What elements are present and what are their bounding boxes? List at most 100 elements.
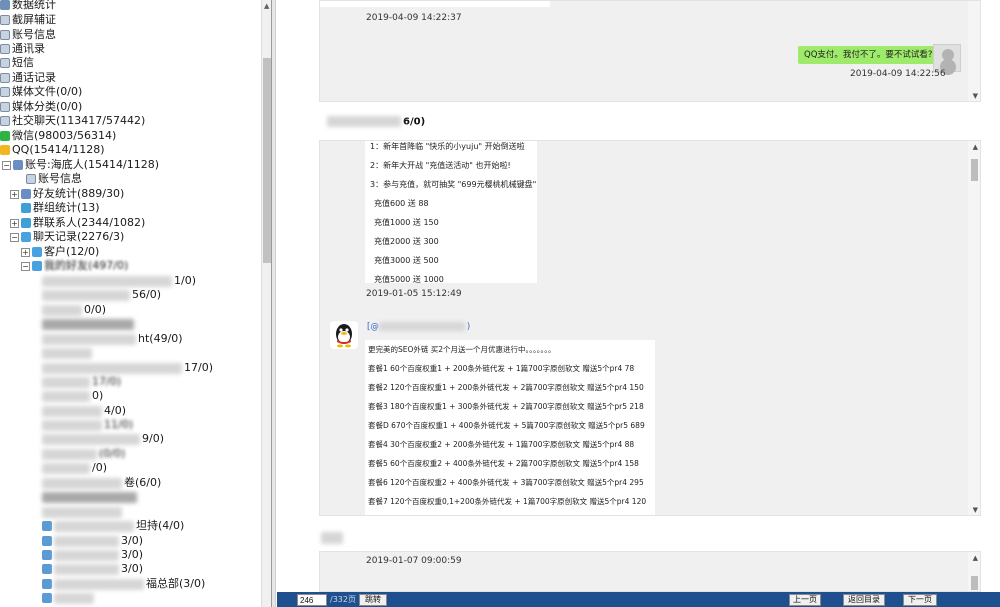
scroll-down-icon[interactable]: ▼ — [973, 506, 978, 514]
tree-item-friend[interactable]: 卷(6/0) — [42, 476, 161, 490]
tree-item-label: 聊天记录(2276/3) — [33, 230, 125, 243]
frame-scrollbar[interactable]: ▼ — [968, 1, 980, 101]
redacted-name — [54, 563, 119, 575]
tree-item-account-info[interactable]: 账号信息 — [0, 28, 56, 42]
scroll-up-icon[interactable]: ▲ — [973, 143, 978, 151]
tree-item-count: 4/0) — [104, 404, 126, 417]
tree-item-media-categories[interactable]: 媒体分类(0/0) — [0, 100, 82, 114]
back-to-index-button[interactable]: 返回目录 — [843, 594, 885, 606]
pagination-toolbar: /332页 跳转 上一页 返回目录 下一页 — [277, 592, 1000, 607]
seo-line: 套餐2 120个百度权重1 + 200条外链代发 + 2篇700字原创软文 赠送… — [368, 383, 644, 392]
scroll-up-icon[interactable]: ▲ — [973, 554, 978, 562]
redacted-name — [54, 578, 144, 590]
collapse-icon[interactable]: − — [21, 261, 30, 271]
next-page-button[interactable]: 下一页 — [903, 594, 937, 606]
group-icon — [21, 203, 31, 213]
tree-item-friend[interactable]: 福总部(3/0) — [42, 577, 205, 591]
tree-item-friend[interactable]: /0) — [42, 461, 107, 475]
outgoing-message-bubble: QQ支付。我付不了。要不试试看? — [798, 46, 939, 64]
chat-frame-top: 2019-04-09 14:22:37 QQ支付。我付不了。要不试试看? 201… — [319, 0, 981, 102]
message-bubble-tail — [320, 1, 550, 7]
redacted-name — [54, 592, 94, 604]
tree-item-data-stats[interactable]: 数据统计 — [0, 0, 56, 12]
prev-page-button[interactable]: 上一页 — [789, 594, 821, 606]
expand-icon[interactable]: + — [10, 189, 19, 199]
tree-item-screenshot-evidence[interactable]: 截屏辅证 — [0, 13, 56, 27]
tree-item-customers[interactable]: + 客户(12/0) — [21, 245, 99, 259]
frame-scrollbar[interactable]: ▲ — [968, 552, 980, 591]
tree-item-count: 3/0) — [121, 562, 143, 575]
redacted-name — [42, 289, 130, 301]
promo-line: 充值600 送 88 — [374, 199, 429, 208]
tree-item-label: 账号信息 — [12, 28, 56, 41]
tree-item-friend[interactable]: 17/0) — [42, 361, 213, 375]
tree-item-friend[interactable]: 0/0) — [42, 303, 106, 317]
tree-item-my-friends[interactable]: − 我的好友(497/0) — [21, 259, 128, 273]
tree-item-chat-records[interactable]: − 聊天记录(2276/3) — [10, 230, 124, 244]
frame-scrollbar-thumb[interactable] — [971, 159, 978, 181]
tree-item-friend[interactable] — [42, 505, 124, 519]
redacted-name — [42, 462, 90, 474]
tree-item-label: 群联系人(2344/1082) — [33, 216, 146, 229]
tree-scrollbar-thumb[interactable] — [263, 58, 271, 263]
promo-line: 充值1000 送 150 — [374, 218, 439, 227]
tree-item-wechat[interactable]: 微信(98003/56314) — [0, 129, 116, 143]
message-timestamp: 2019-01-07 09:00:59 — [366, 556, 462, 566]
redacted-name — [42, 333, 136, 345]
frame-scrollbar-thumb[interactable] — [971, 576, 978, 590]
collapse-icon[interactable]: − — [2, 160, 11, 170]
tree-item-label: 我的好友(497/0) — [44, 259, 129, 272]
expand-icon[interactable]: + — [21, 247, 30, 257]
tree-item-qq-account-info[interactable]: 账号信息 — [26, 172, 82, 186]
chat-icon — [21, 232, 31, 242]
tree-item-friend[interactable] — [42, 346, 94, 360]
stats-icon — [0, 0, 10, 10]
tree-item-friend[interactable]: 坦持(4/0) — [42, 519, 184, 533]
tree-item-friend[interactable]: 3/0) — [42, 562, 143, 576]
frame-scrollbar[interactable]: ▲ ▼ — [968, 141, 980, 515]
tree-item-friend[interactable]: 3/0) — [42, 534, 143, 548]
tree-item-friend[interactable]: 11/0) — [42, 418, 133, 432]
scroll-down-icon[interactable]: ▼ — [973, 92, 978, 100]
tree-item-count: 卷(6/0) — [124, 476, 162, 489]
tree-item-friend-stats[interactable]: + 好友统计(889/30) — [10, 187, 124, 201]
tree-item-friend[interactable]: 17/0) — [42, 375, 121, 389]
expand-icon[interactable]: + — [10, 218, 19, 228]
tree-item-friend[interactable]: ht(49/0) — [42, 332, 183, 346]
tree-item-friend[interactable]: 4/0) — [42, 404, 126, 418]
tree-item-friend[interactable]: 56/0) — [42, 288, 161, 302]
tree-item-contacts[interactable]: 通讯录 — [0, 42, 45, 56]
seo-line: 套餐5 60个百度权重2 + 400条外链代发 + 2篇700字原创软文 赠送5… — [368, 459, 639, 468]
jump-button[interactable]: 跳转 — [359, 594, 387, 606]
tree-item-call-log[interactable]: 通话记录 — [0, 71, 56, 85]
tree-item-friend[interactable]: (0/0) — [42, 447, 125, 461]
tree-scrollbar[interactable]: ▲ — [261, 0, 271, 607]
tree-item-qq-account[interactable]: − 账号:海底人(15414/1128) — [2, 158, 159, 172]
panel-splitter[interactable] — [272, 0, 276, 607]
forensics-app: 数据统计 截屏辅证 账号信息 通讯录 短信 通话记录 媒体文件(0/0) 媒体分… — [0, 0, 1000, 607]
scroll-up-icon[interactable]: ▲ — [264, 2, 269, 10]
page-number-input[interactable] — [297, 594, 327, 606]
collapse-icon[interactable]: − — [10, 232, 19, 242]
tree-item-friend[interactable] — [42, 591, 96, 605]
tree-item-count: 17/0) — [92, 375, 121, 388]
account-icon — [0, 30, 10, 40]
person-icon — [42, 521, 52, 531]
tree-item-friend[interactable]: 0) — [42, 389, 103, 403]
tree-item-friend[interactable] — [42, 317, 136, 331]
tree-item-friend[interactable]: 9/0) — [42, 432, 164, 446]
tree-item-qq[interactable]: QQ(15414/1128) — [0, 143, 105, 157]
tree-item-group-contacts[interactable]: + 群联系人(2344/1082) — [10, 216, 145, 230]
seo-line: 套餐6 120个百度权重2 + 400条外链代发 + 3篇700字原创软文 赠送… — [368, 478, 644, 487]
tree-item-friend[interactable]: 3/0) — [42, 548, 143, 562]
tree-item-friend[interactable] — [42, 490, 139, 504]
tree-item-group-stats[interactable]: 群组统计(13) — [21, 201, 100, 215]
tree-item-friend[interactable]: 1/0) — [42, 274, 196, 288]
tree-item-social-chat[interactable]: 社交聊天(113417/57442) — [0, 114, 145, 128]
tree-item-sms[interactable]: 短信 — [0, 56, 34, 70]
page-total-label: /332页 — [330, 595, 356, 604]
chat-frame-middle: 1：新年首降临 "快乐的小yuju" 开始倒送啦 2：新年大开战 "充值送活动"… — [319, 140, 981, 516]
redacted-name — [42, 362, 182, 374]
sms-icon — [0, 58, 10, 68]
tree-item-media-files[interactable]: 媒体文件(0/0) — [0, 85, 82, 99]
